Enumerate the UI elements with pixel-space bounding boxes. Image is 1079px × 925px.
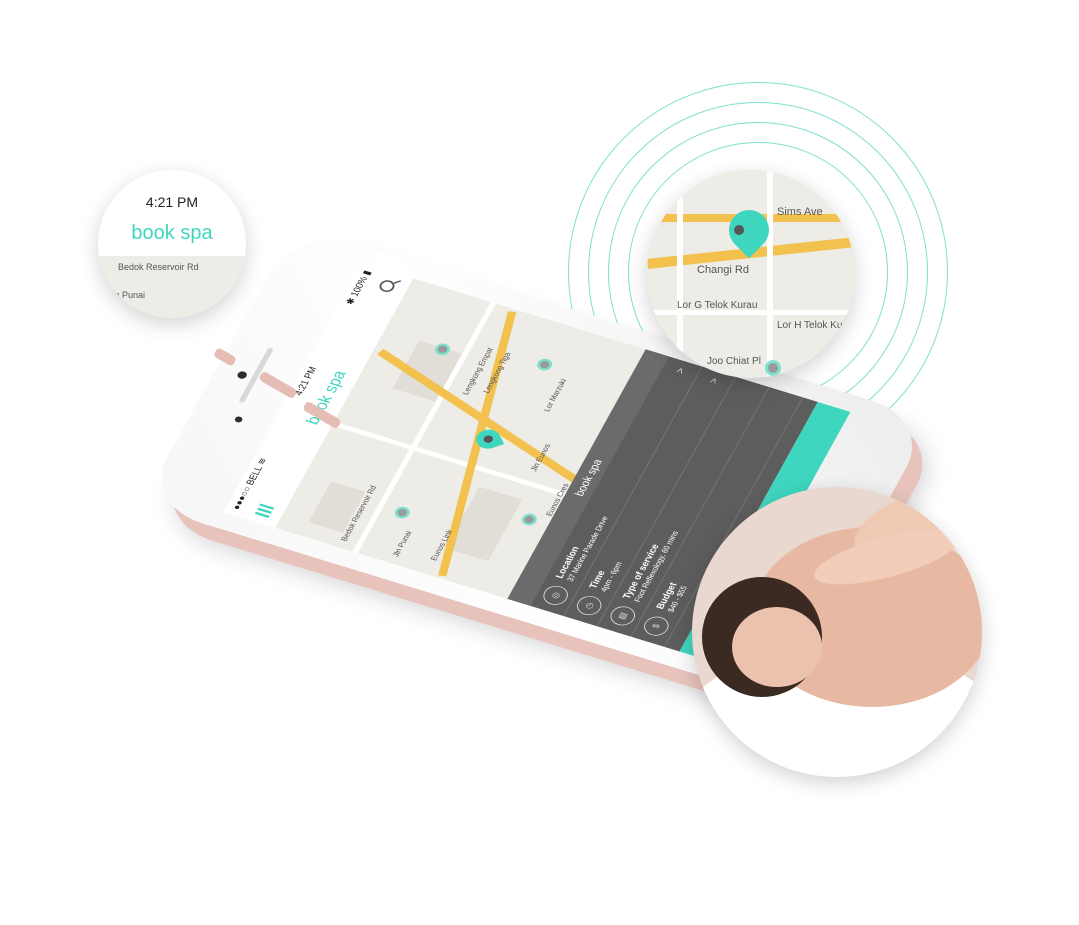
callout-time: 4:21 PM — [145, 194, 199, 210]
spa-marker — [765, 360, 781, 376]
map-label: Jln Punai — [108, 290, 146, 300]
map-label: Lor G Telok Kurau — [677, 300, 758, 311]
massage-photo — [692, 487, 982, 777]
zoom-header-callout: 4:21 PM book spa Bedok Reservoir Rd Jln … — [98, 170, 246, 318]
chevron-right-icon: > — [706, 376, 722, 386]
map-label: Lor Marzuki — [541, 377, 569, 413]
spa-marker[interactable] — [392, 505, 413, 521]
map-label: Bedok Reservoir Rd — [118, 262, 199, 272]
map-label: Changi Rd — [697, 264, 749, 276]
map-label: Jln Punai — [390, 530, 414, 558]
map-label: Lor H Telok Kurau — [777, 320, 855, 331]
menu-icon[interactable] — [254, 500, 276, 518]
map-label: Joo Chiat Pl — [707, 356, 761, 367]
clock-icon: ◷ — [573, 593, 606, 618]
location-icon: ◎ — [539, 583, 572, 608]
callout-title: book spa — [131, 222, 213, 244]
wifi-icon: ≋ — [255, 456, 270, 467]
map-label: Sims Ave — [777, 206, 823, 218]
callout-map: Bedok Reservoir Rd Jln Punai — [98, 256, 246, 318]
spa-marker[interactable] — [534, 357, 555, 373]
dollar-icon: $ — [640, 613, 673, 639]
clipboard-icon: ▤ — [606, 603, 639, 629]
battery-icon: ▮ — [360, 269, 374, 277]
bluetooth-icon: ✱ — [343, 296, 358, 307]
zoom-map-callout: Sims Ave Changi Rd Lor G Telok Kurau Lor… — [647, 170, 855, 378]
spa-marker[interactable] — [519, 511, 540, 528]
search-icon[interactable] — [377, 278, 397, 294]
